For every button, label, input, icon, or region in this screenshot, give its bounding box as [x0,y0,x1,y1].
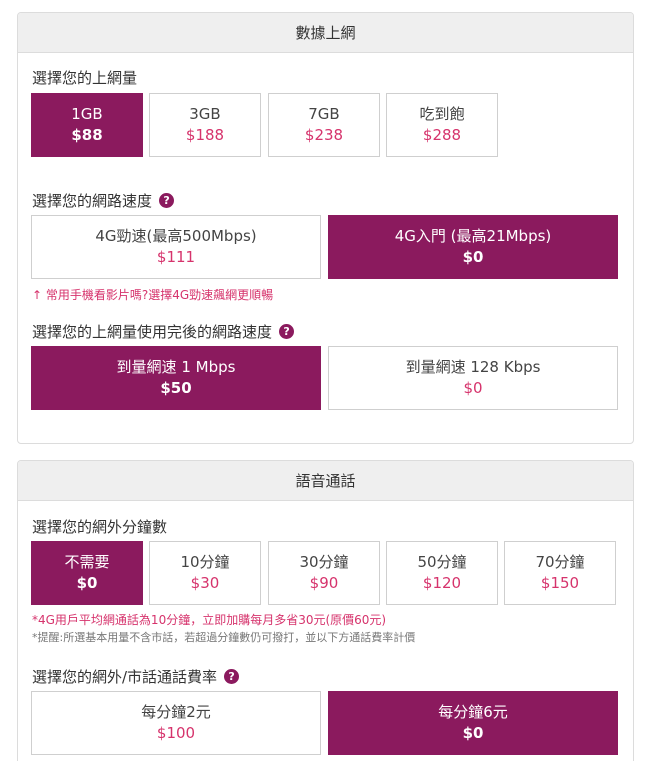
speed-option-4g-basic[interactable]: 4G入門 (最高21Mbps) $0 [328,215,618,279]
volume-option-7gb[interactable]: 7GB $238 [268,93,380,157]
minutes-option-50[interactable]: 50分鐘 $120 [386,541,498,605]
speed-option-4g-fast[interactable]: 4G勁速(最高500Mbps) $111 [31,215,321,279]
voice-plan-panel: 語音通話 選擇您的網外分鐘數 不需要 $0 10分鐘 $30 30分鐘 $90 … [17,460,634,761]
volume-option-1gb[interactable]: 1GB $88 [31,93,143,157]
speed-note: ↑ 常用手機看影片嗎?選擇4G勁速飆網更順暢 [32,288,274,302]
question-circle-icon[interactable]: ? [159,193,175,208]
minutes-promo-note: *4G用戶平均網通話為10分鐘，立即加購每月多省30元(原價60元) [32,613,387,627]
rate-option-2-per-min[interactable]: 每分鐘2元 $100 [31,691,321,755]
volume-question: 選擇您的上網量 [32,69,138,87]
volume-option-3gb[interactable]: 3GB $188 [149,93,261,157]
after-use-option-1mbps[interactable]: 到量網速 1 Mbps $50 [31,346,321,410]
minutes-option-none[interactable]: 不需要 $0 [31,541,143,605]
question-circle-icon[interactable]: ? [279,324,295,339]
rate-option-6-per-min[interactable]: 每分鐘6元 $0 [328,691,618,755]
volume-option-unlimited[interactable]: 吃到飽 $288 [386,93,498,157]
data-plan-title: 數據上網 [18,13,633,53]
minutes-option-70[interactable]: 70分鐘 $150 [504,541,616,605]
speed-question: 選擇您的網路速度 ? [32,190,175,211]
after-use-question: 選擇您的上網量使用完後的網路速度 ? [32,321,295,342]
minutes-reminder-note: *提醒:所選基本用量不含市話，若超過分鐘數仍可撥打，並以下方通話費率計價 [32,631,416,644]
data-plan-panel: 數據上網 選擇您的上網量 1GB $88 3GB $188 7GB $238 吃… [17,12,634,444]
voice-plan-title: 語音通話 [18,461,633,501]
minutes-option-30[interactable]: 30分鐘 $90 [268,541,380,605]
rate-question: 選擇您的網外/市話通話費率 ? [32,666,240,687]
minutes-option-10[interactable]: 10分鐘 $30 [149,541,261,605]
minutes-question: 選擇您的網外分鐘數 [32,518,168,536]
question-circle-icon[interactable]: ? [224,669,240,684]
after-use-option-128kbps[interactable]: 到量網速 128 Kbps $0 [328,346,618,410]
